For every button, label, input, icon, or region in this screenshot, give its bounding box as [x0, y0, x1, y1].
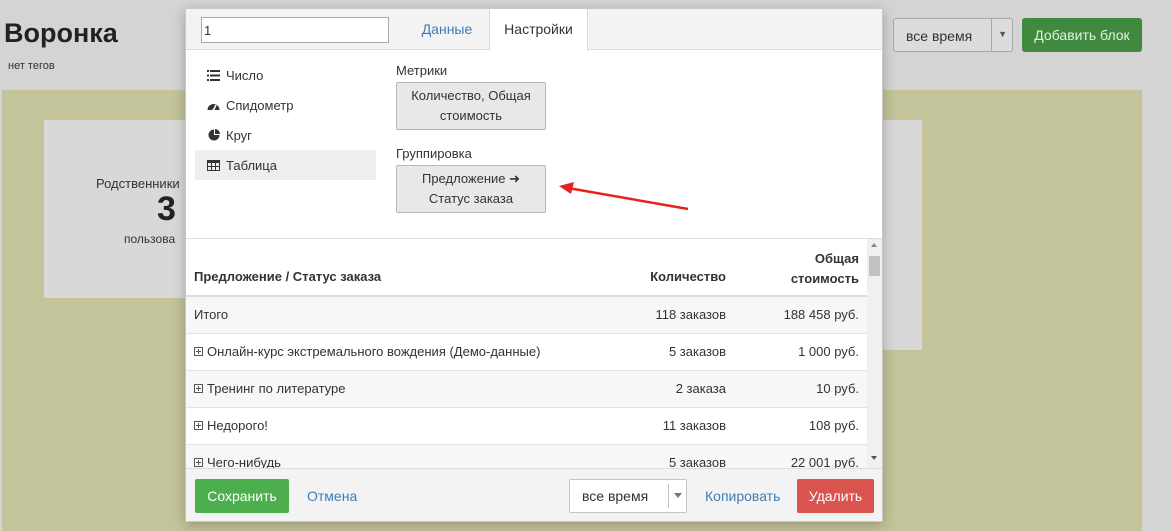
tab-settings[interactable]: Настройки: [489, 9, 588, 51]
header-cost-line1: Общая: [814, 251, 859, 266]
row-qty: 118 заказов: [655, 307, 726, 322]
metrics-button[interactable]: Количество, Общая стоимость: [396, 82, 546, 130]
metrics-label: Метрики: [396, 63, 448, 78]
type-item-circle[interactable]: Круг: [195, 120, 376, 150]
row-cost: 108 руб.: [808, 418, 859, 433]
row-cost: 22 001 руб.: [790, 455, 859, 468]
table-row[interactable]: Чего-нибудь 5 заказов 22 001 руб.: [186, 445, 867, 468]
tags-text: нет тегов: [8, 60, 55, 72]
grouping-value-line2: Статус заказа: [428, 191, 514, 206]
type-item-speedometer[interactable]: Спидометр: [195, 90, 376, 120]
card-sub: пользова: [124, 232, 176, 246]
period-select-value: все время: [582, 488, 649, 504]
expand-icon[interactable]: [194, 347, 203, 357]
tab-data[interactable]: Данные: [405, 9, 489, 51]
select-divider: [668, 484, 669, 508]
list-icon: [206, 69, 221, 82]
expand-icon[interactable]: [194, 384, 203, 394]
header-name: Предложение / Статус заказа: [194, 269, 382, 284]
type-item-label: Спидометр: [226, 97, 294, 113]
block-settings-modal: Данные Настройки Число Спидометр Круг: [185, 8, 883, 522]
select-divider: [991, 19, 992, 51]
modal-header: Данные Настройки: [186, 9, 882, 51]
grouping-button[interactable]: Предложение ➜ Статус заказа: [396, 165, 546, 213]
dashboard-card: Родственники 3 пользова: [44, 120, 189, 298]
metrics-value-line1: Количество, Общая: [411, 88, 531, 103]
expand-icon[interactable]: [194, 458, 203, 468]
row-qty: 5 заказов: [668, 455, 726, 468]
chevron-down-icon: [674, 493, 682, 498]
copy-link[interactable]: Копировать: [705, 479, 780, 513]
page-title: Воронка: [4, 18, 118, 48]
row-cost: 1 000 руб.: [798, 344, 859, 359]
card-value: 3: [157, 190, 176, 228]
type-item-label: Таблица: [226, 157, 277, 173]
visualization-type-list: Число Спидометр Круг Таблица: [195, 60, 376, 180]
table-row[interactable]: Онлайн-курс экстремального вождения (Дем…: [186, 334, 867, 371]
table-scrollbar[interactable]: [867, 239, 882, 468]
save-button[interactable]: Сохранить: [195, 479, 289, 513]
header-cost: Общая стоимость: [791, 249, 859, 289]
add-block-button[interactable]: Добавить блок: [1022, 18, 1142, 52]
row-name: Итого: [194, 307, 229, 322]
type-item-table[interactable]: Таблица: [195, 150, 376, 180]
expand-icon[interactable]: [194, 421, 203, 431]
header-cost-line2: стоимость: [790, 271, 859, 286]
background-period-value: все время: [906, 28, 973, 44]
grouping-value-line1: Предложение ➜: [421, 171, 521, 186]
table-row[interactable]: Тренинг по литературе 2 заказа 10 руб.: [186, 371, 867, 408]
row-cost: 188 458 руб.: [783, 307, 859, 322]
header-qty: Количество: [650, 269, 726, 284]
table-header: Предложение / Статус заказа Количество О…: [186, 239, 867, 297]
type-item-label: Круг: [226, 127, 252, 143]
metrics-value-line2: стоимость: [439, 108, 503, 123]
row-name: Онлайн-курс экстремального вождения (Дем…: [207, 344, 541, 359]
block-name-input[interactable]: [201, 17, 389, 43]
row-cost: 10 руб.: [816, 381, 859, 396]
gauge-icon: [206, 99, 221, 112]
scroll-up-icon[interactable]: [871, 243, 877, 247]
dashboard-card-2: [880, 120, 922, 350]
chevron-down-icon: ▼: [998, 29, 1007, 39]
scroll-down-icon[interactable]: [871, 456, 877, 460]
pie-chart-icon: [206, 129, 221, 142]
card-label: Родственники: [96, 176, 180, 191]
background-period-select[interactable]: все время ▼: [893, 18, 1013, 52]
preview-table: Предложение / Статус заказа Количество О…: [186, 239, 882, 468]
row-qty: 11 заказов: [662, 418, 726, 433]
cancel-link[interactable]: Отмена: [307, 479, 357, 513]
row-name: Чего-нибудь: [207, 455, 281, 468]
table-row[interactable]: Недорого! 11 заказов 108 руб.: [186, 408, 867, 445]
table-row-total: Итого 118 заказов 188 458 руб.: [186, 297, 867, 334]
row-qty: 2 заказа: [675, 381, 726, 396]
annotation-arrow-icon: [559, 182, 689, 211]
grouping-label: Группировка: [396, 146, 472, 161]
row-name: Тренинг по литературе: [207, 381, 346, 396]
row-qty: 5 заказов: [668, 344, 726, 359]
modal-footer: Сохранить Отмена все время Копировать Уд…: [186, 468, 882, 521]
table-icon: [206, 159, 221, 172]
type-item-number[interactable]: Число: [195, 60, 376, 90]
period-select[interactable]: все время: [569, 479, 687, 513]
scroll-thumb[interactable]: [869, 256, 880, 276]
type-item-label: Число: [226, 67, 264, 83]
row-name: Недорого!: [207, 418, 268, 433]
delete-button[interactable]: Удалить: [797, 479, 874, 513]
